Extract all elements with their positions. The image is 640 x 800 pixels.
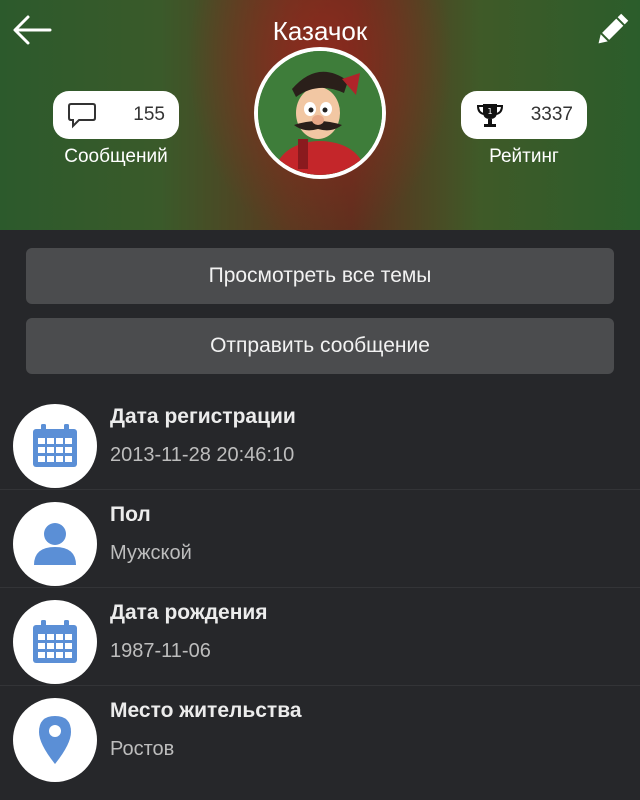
info-row-residence: Место жительства Ростов [0, 686, 640, 784]
info-title: Дата рождения [110, 601, 268, 624]
calendar-icon [33, 424, 77, 467]
trophy-icon: 1 [476, 104, 504, 127]
info-icon-circle [13, 698, 97, 782]
info-title: Место жительства [110, 699, 302, 722]
messages-label: Сообщений [64, 146, 168, 167]
rating-label: Рейтинг [489, 146, 559, 167]
info-value: 1987-11-06 [110, 640, 211, 662]
send-message-button[interactable]: Отправить сообщение [26, 318, 614, 374]
messages-count: 155 [133, 104, 165, 125]
info-row-birth-date: Дата рождения 1987-11-06 [0, 588, 640, 686]
svg-text:1: 1 [487, 107, 492, 116]
avatar-image [258, 51, 382, 175]
info-value: Ростов [110, 738, 175, 760]
info-icon-circle [13, 404, 97, 488]
info-icon-circle [13, 600, 97, 684]
view-all-topics-button[interactable]: Просмотреть все темы [26, 248, 614, 304]
rating-count: 3337 [530, 104, 573, 125]
profile-title: Казачок [272, 16, 368, 46]
info-value: 2013-11-28 20:46:10 [110, 444, 295, 466]
info-value: Мужской [110, 542, 192, 564]
profile-header: Казачок 155 Сообщений 1 3337 Рейтинг [0, 0, 640, 230]
info-title: Дата регистрации [110, 405, 296, 428]
speech-bubble-icon [68, 103, 96, 129]
rating-stat[interactable]: 1 3337 [461, 91, 587, 139]
info-icon-circle [13, 502, 97, 586]
pencil-icon [598, 13, 629, 44]
calendar-icon [33, 620, 77, 663]
info-row-gender: Пол Мужской [0, 490, 640, 588]
map-pin-icon [39, 716, 71, 764]
info-row-registration-date: Дата регистрации 2013-11-28 20:46:10 [0, 392, 640, 490]
avatar[interactable] [254, 47, 386, 179]
messages-stat[interactable]: 155 [53, 91, 179, 139]
user-icon [34, 523, 76, 565]
edit-button[interactable] [592, 10, 632, 50]
info-title: Пол [110, 503, 151, 526]
